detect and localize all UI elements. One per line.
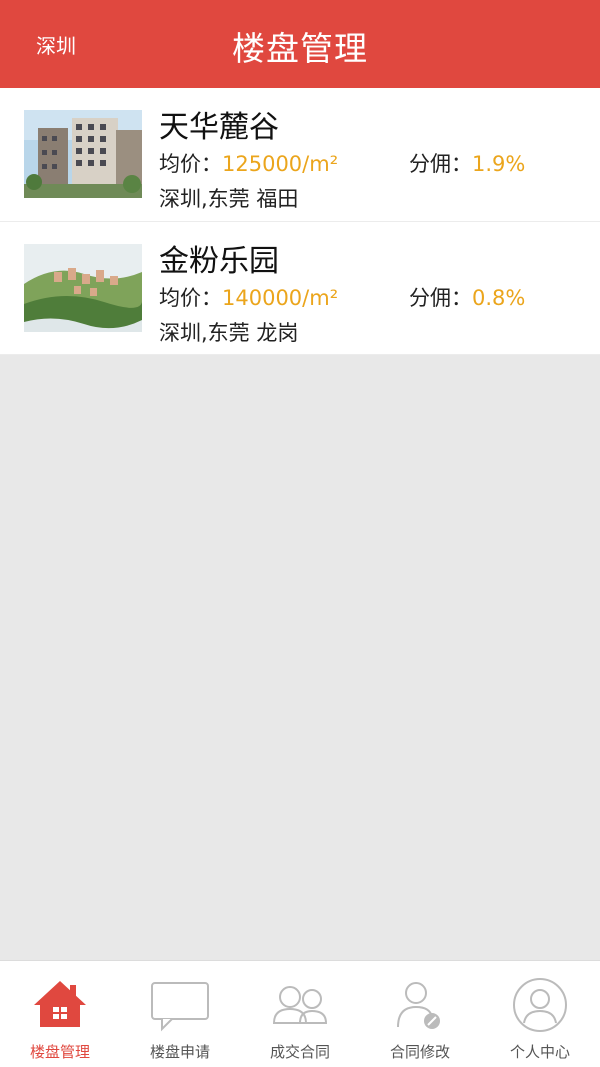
tab-label: 合同修改 (389, 1043, 450, 1061)
price-value: 140000/m² (222, 286, 339, 310)
price-label: 均价： (159, 152, 222, 176)
listing-thumbnail (24, 244, 142, 332)
commission-value: 1.9% (472, 152, 526, 176)
bottom-tab-bar: 楼盘管理 楼盘申请 成交合同 合同修改 个人中心 (0, 960, 600, 1067)
tab-label: 楼盘申请 (149, 1043, 210, 1061)
commission-label: 分佣： (409, 286, 472, 310)
profile-icon (510, 977, 570, 1033)
commission-row: 分佣：1.9% (409, 148, 525, 178)
listing-name: 天华麓谷 (159, 110, 279, 145)
tab-property-application[interactable]: 楼盘申请 (120, 961, 240, 1067)
page-title: 楼盘管理 (232, 29, 368, 68)
header-bar: 深圳 楼盘管理 (0, 0, 600, 88)
tab-contract-edit[interactable]: 合同修改 (360, 961, 480, 1067)
price-row: 均价：140000/m² (159, 282, 338, 312)
listing-item[interactable]: 天华麓谷 均价：125000/m² 分佣：1.9% 深圳,东莞 福田 (0, 88, 600, 222)
listing-thumbnail (24, 110, 142, 198)
tab-profile[interactable]: 个人中心 (480, 961, 600, 1067)
price-label: 均价： (159, 286, 222, 310)
tab-label: 成交合同 (269, 1043, 330, 1061)
listing-name: 金粉乐园 (159, 244, 279, 279)
tab-label: 楼盘管理 (29, 1043, 90, 1061)
price-row: 均价：125000/m² (159, 148, 338, 178)
listing-location: 深圳,东莞 龙岗 (159, 321, 299, 345)
tab-label: 个人中心 (509, 1043, 570, 1061)
commission-row: 分佣：0.8% (409, 282, 525, 312)
listing-list: 天华麓谷 均价：125000/m² 分佣：1.9% 深圳,东莞 福田 金粉乐园 … (0, 88, 600, 355)
home-icon (30, 977, 90, 1033)
tab-deal-contracts[interactable]: 成交合同 (240, 961, 360, 1067)
commission-label: 分佣： (409, 152, 472, 176)
listing-location: 深圳,东莞 福田 (159, 187, 299, 211)
edit-user-icon (390, 977, 450, 1033)
price-value: 125000/m² (222, 152, 339, 176)
tab-property-management[interactable]: 楼盘管理 (0, 961, 120, 1067)
commission-value: 0.8% (472, 286, 526, 310)
message-icon (150, 977, 210, 1033)
users-icon (270, 977, 330, 1033)
listing-item[interactable]: 金粉乐园 均价：140000/m² 分佣：0.8% 深圳,东莞 龙岗 (0, 222, 600, 355)
